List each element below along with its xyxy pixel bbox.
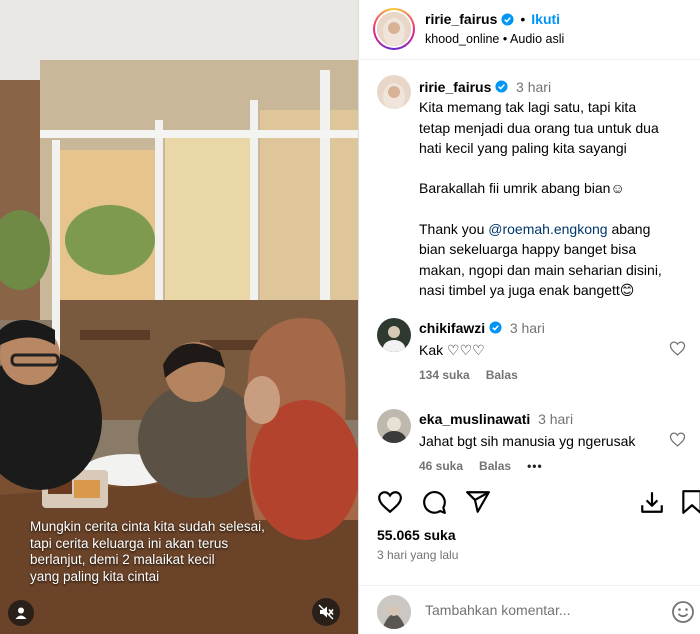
post-caption: ririe_fairus 3 hari Kita memang tak lagi… — [419, 77, 699, 300]
comment-text: Kak ♡♡♡ — [419, 342, 485, 359]
video-caption: Mungkin cerita cinta kita sudah selesai,… — [30, 519, 330, 585]
verified-icon — [495, 80, 508, 93]
author-avatar[interactable] — [373, 8, 415, 50]
tagged-user-button[interactable] — [8, 600, 34, 626]
video-caption-line: Mungkin cerita cinta kita sudah selesai, — [30, 519, 265, 534]
audio-link[interactable]: Audio asli — [510, 32, 564, 46]
viewer-avatar — [377, 595, 411, 629]
comment-meta: 134 suka Balas — [419, 368, 518, 382]
more-options-button[interactable]: ••• — [527, 459, 543, 473]
avatar-image — [377, 318, 411, 352]
comment-time[interactable]: 3 hari — [510, 320, 545, 336]
post-details-panel: ririe_fairus • Ikuti khood_online • Audi… — [358, 0, 700, 634]
post-header: ririe_fairus • Ikuti khood_online • Audi… — [359, 0, 700, 60]
emoji-icon[interactable] — [671, 600, 695, 624]
separator-dot: • — [502, 32, 508, 46]
comment-item: eka_muslinawati 3 hari Jahat bgt sih man… — [419, 409, 699, 452]
like-count[interactable]: 55.065 suka — [377, 527, 456, 543]
header-subline: khood_online • Audio asli — [425, 32, 564, 46]
post-media[interactable]: Mungkin cerita cinta kita sudah selesai,… — [0, 0, 358, 634]
caption-line: tetap menjadi dua orang tua untuk dua — [419, 119, 659, 136]
mute-icon — [318, 604, 334, 620]
comment-item: chikifawzi 3 hari Kak ♡♡♡ — [419, 318, 699, 361]
caption-username[interactable]: ririe_fairus — [419, 79, 491, 95]
verified-icon — [501, 12, 514, 26]
post-timestamp[interactable]: 3 hari yang lalu — [377, 548, 458, 562]
caption-text: Thank you — [419, 221, 489, 238]
caption-line: Kita memang tak lagi satu, tapi kita — [419, 99, 637, 116]
verified-icon — [489, 321, 502, 334]
author-row: ririe_fairus • Ikuti — [425, 11, 560, 27]
comment-likes[interactable]: 46 suka — [419, 459, 463, 473]
comment-username[interactable]: eka_muslinawati — [419, 411, 530, 427]
location-link[interactable]: khood_online — [425, 32, 499, 46]
bookmark-icon[interactable] — [679, 489, 700, 515]
video-caption-line: berlanjut, demi 2 malaikat kecil — [30, 552, 215, 567]
mention-link[interactable]: @roemah.engkong — [488, 221, 607, 237]
comments-section: ririe_fairus 3 hari Kita memang tak lagi… — [359, 61, 700, 485]
caption-line: Barakallah fii umrik abang bian☺ — [419, 180, 625, 197]
avatar-image — [377, 595, 411, 629]
comment-like-heart-icon[interactable] — [669, 431, 686, 448]
avatar-image — [377, 75, 411, 109]
reply-button[interactable]: Balas — [486, 368, 518, 382]
caption-author-avatar[interactable] — [377, 75, 411, 109]
save-icon[interactable] — [639, 489, 665, 515]
comment-meta: 46 suka Balas ••• — [419, 459, 543, 473]
reply-button[interactable]: Balas — [479, 459, 511, 473]
mute-button[interactable] — [312, 598, 340, 626]
comment-icon[interactable] — [421, 489, 447, 515]
add-comment-bar: Tambahkan komentar... — [359, 585, 700, 634]
comment-text: Jahat bgt sih manusia yg ngerusak — [419, 433, 636, 450]
separator-dot: • — [520, 11, 526, 27]
caption-line: nasi timbel ya juga enak bangett😊 — [419, 281, 635, 298]
caption-thanks-line: Thank you @roemah.engkong abang — [419, 219, 699, 239]
commenter-avatar[interactable] — [377, 409, 411, 443]
add-comment-input[interactable]: Tambahkan komentar... — [425, 602, 571, 618]
user-icon — [15, 607, 27, 619]
author-username[interactable]: ririe_fairus — [425, 11, 497, 27]
comment-likes[interactable]: 134 suka — [419, 368, 470, 382]
comment-username[interactable]: chikifawzi — [419, 320, 485, 336]
avatar-image — [377, 12, 411, 46]
caption-line: hati kecil yang paling kita sayangi — [419, 139, 627, 156]
action-bar — [359, 485, 700, 521]
comment-like-heart-icon[interactable] — [669, 340, 686, 357]
comment-time[interactable]: 3 hari — [538, 411, 573, 427]
caption-line: bian sekeluarga happy banget bisa — [419, 241, 637, 258]
caption-time[interactable]: 3 hari — [516, 79, 551, 95]
avatar-image — [377, 409, 411, 443]
caption-text: abang — [607, 221, 651, 238]
heart-icon[interactable] — [377, 489, 403, 515]
video-caption-line: yang paling kita cintai — [30, 568, 160, 584]
commenter-avatar[interactable] — [377, 318, 411, 352]
caption-line: makan, ngopi dan main seharian disini, — [419, 261, 662, 278]
follow-button[interactable]: Ikuti — [531, 11, 560, 27]
video-caption-line: tapi cerita keluarga ini akan terus — [30, 535, 229, 551]
share-icon[interactable] — [465, 489, 491, 515]
